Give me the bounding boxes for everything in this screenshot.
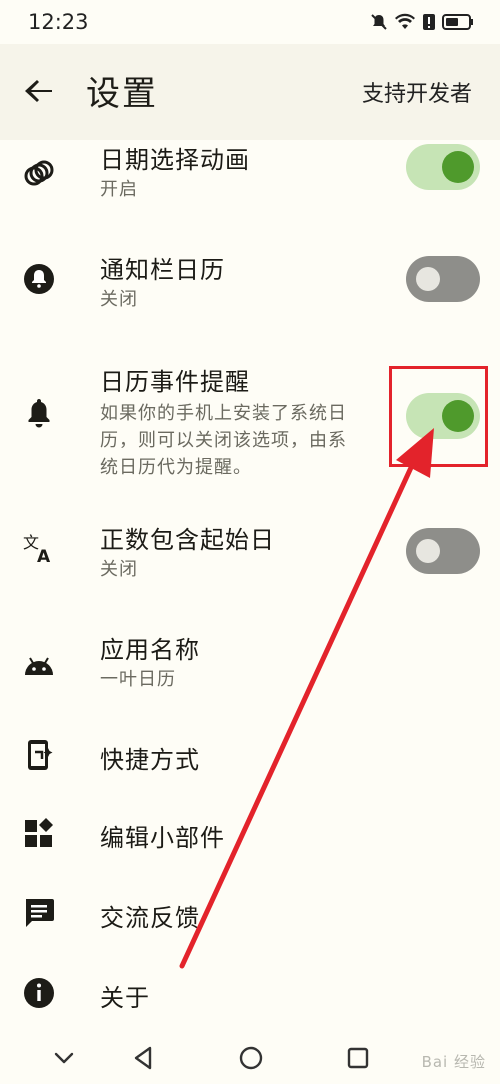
status-icons: [370, 10, 474, 34]
highlight-box: [389, 366, 488, 467]
status-time: 12:23: [28, 10, 89, 34]
setting-label: 编辑小部件: [100, 824, 225, 852]
setting-shortcuts[interactable]: 快捷方式: [0, 724, 500, 786]
setting-date-animation[interactable]: 日期选择动画 开启: [0, 140, 500, 220]
setting-label: 日历事件提醒: [100, 368, 250, 396]
widgets-icon: [25, 818, 53, 847]
setting-status: 一叶日历: [100, 669, 176, 690]
setting-about[interactable]: 关于: [0, 962, 500, 1024]
support-developer-button[interactable]: 支持开发者: [362, 76, 472, 108]
chevron-down-icon[interactable]: [50, 1044, 78, 1072]
setting-label: 日期选择动画: [100, 146, 250, 174]
notification-bell-icon: [24, 264, 54, 294]
setting-label: 正数包含起始日: [100, 526, 275, 554]
watermark: Bai 经验: [421, 1053, 486, 1071]
setting-status: 开启: [100, 179, 138, 200]
wifi-icon: [395, 13, 415, 29]
app-bar: 设置 支持开发者: [0, 44, 500, 140]
nav-back-icon[interactable]: [130, 1044, 158, 1072]
toggle-knob: [416, 267, 440, 291]
svg-text:A: A: [37, 547, 51, 566]
bell-icon: [28, 399, 50, 428]
page-title: 设置: [86, 74, 158, 114]
rings-icon: [24, 160, 54, 186]
setting-edit-widgets[interactable]: 编辑小部件: [0, 802, 500, 864]
setting-count-start-day[interactable]: 文A 正数包含起始日 关闭: [0, 508, 500, 608]
setting-status: 关闭: [100, 289, 138, 310]
feedback-icon: [26, 899, 54, 927]
count-start-day-toggle[interactable]: [406, 528, 480, 574]
system-nav-bar: Bai 经验: [0, 1030, 500, 1084]
nav-recents-icon[interactable]: [344, 1044, 372, 1072]
setting-notification-calendar[interactable]: 通知栏日历 关闭: [0, 236, 500, 336]
setting-status: 关闭: [100, 559, 138, 580]
notification-calendar-toggle[interactable]: [406, 256, 480, 302]
shortcut-icon: [28, 740, 53, 770]
sim-alert-icon: [423, 14, 435, 30]
android-icon: [25, 657, 53, 675]
setting-description-line: 历，则可以关闭该选项，由系: [100, 430, 347, 451]
settings-list: 日期选择动画 开启 通知栏日历 关闭 日历事件提醒 如果你的手机上安装了系统日 …: [0, 140, 500, 1040]
setting-feedback[interactable]: 交流反馈: [0, 882, 500, 944]
toggle-knob: [442, 151, 474, 183]
battery-icon: [442, 14, 473, 30]
translate-icon: 文A: [23, 533, 51, 566]
status-bar: 12:23: [0, 0, 500, 44]
date-animation-toggle[interactable]: [406, 144, 480, 190]
back-arrow-icon[interactable]: [22, 74, 56, 108]
nav-home-icon[interactable]: [237, 1044, 265, 1072]
toggle-knob: [416, 539, 440, 563]
setting-label: 通知栏日历: [100, 256, 225, 284]
setting-description-line: 如果你的手机上安装了系统日: [100, 403, 347, 424]
mute-icon: [371, 14, 387, 30]
setting-description-line: 统日历代为提醒。: [100, 457, 252, 478]
setting-label: 交流反馈: [100, 904, 200, 932]
setting-app-name[interactable]: 应用名称 一叶日历: [0, 618, 500, 718]
setting-label: 应用名称: [100, 636, 200, 664]
setting-label: 快捷方式: [100, 746, 200, 774]
info-icon: [24, 978, 54, 1008]
setting-label: 关于: [100, 984, 150, 1012]
